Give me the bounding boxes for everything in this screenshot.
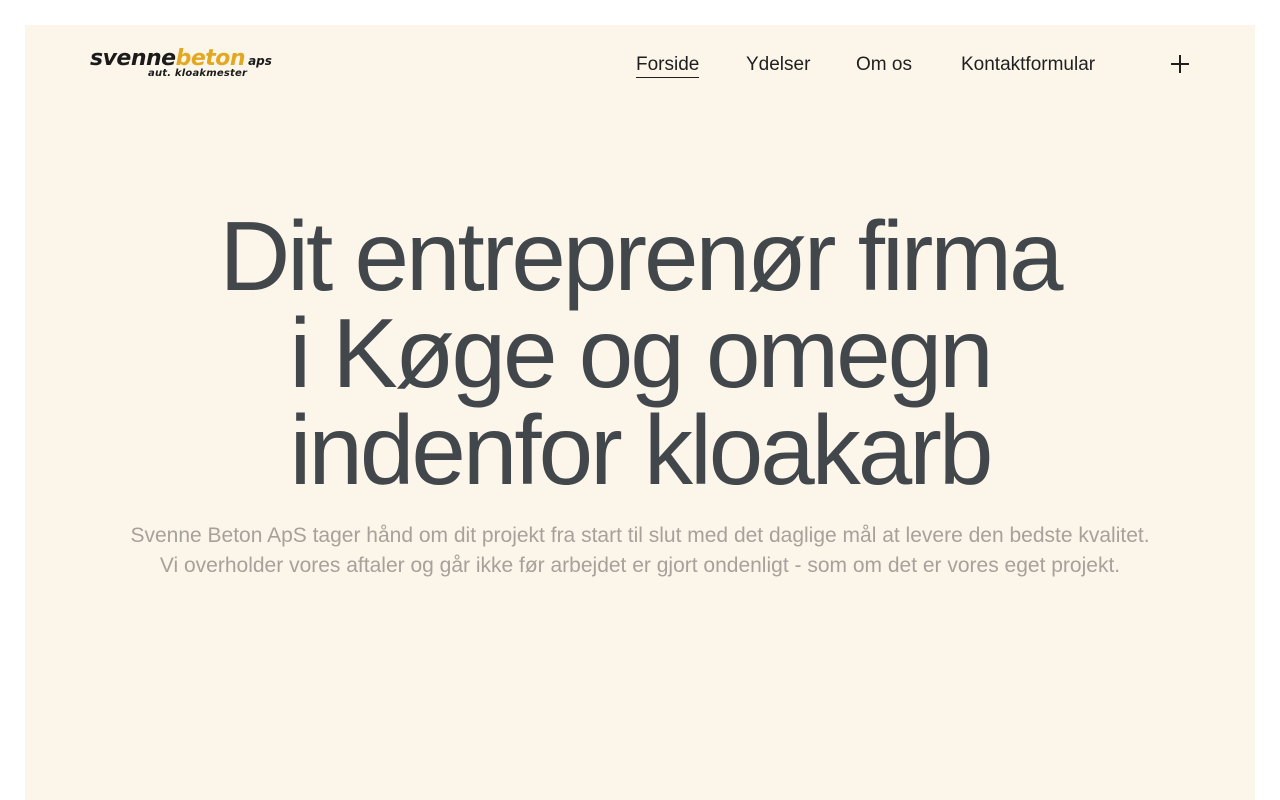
hero-description-line: Vi overholder vores aftaler og går ikke … [159,554,1121,577]
hero-title: Dit entreprenør firma i Køge og omegn in… [25,201,1255,505]
hero-title-line: indenfor kloakarb [289,395,994,505]
hero-description: Svenne Beton ApS tager hånd om dit proje… [25,521,1255,581]
page-frame: svennebeton aps aut. kloakmester Forside … [25,25,1255,800]
nav-item-forside[interactable]: Forside [636,53,700,78]
site-header: svennebeton aps aut. kloakmester Forside … [25,25,1255,105]
nav-item-ydelser[interactable]: Ydelser [746,53,810,77]
main-nav: Forside Ydelser Om os Kontaktformular [25,25,1255,105]
nav-item-kontaktformular[interactable]: Kontaktformular [961,53,1095,77]
nav-item-om-os[interactable]: Om os [856,53,912,77]
hero-title-line: Dit entreprenør firma [219,201,1063,311]
hero-description-line: Svenne Beton ApS tager hånd om dit proje… [130,524,1150,547]
hero-title-line: i Køge og omegn [289,298,993,408]
menu-toggle-button[interactable] [1168,52,1192,76]
plus-icon [1171,55,1189,73]
